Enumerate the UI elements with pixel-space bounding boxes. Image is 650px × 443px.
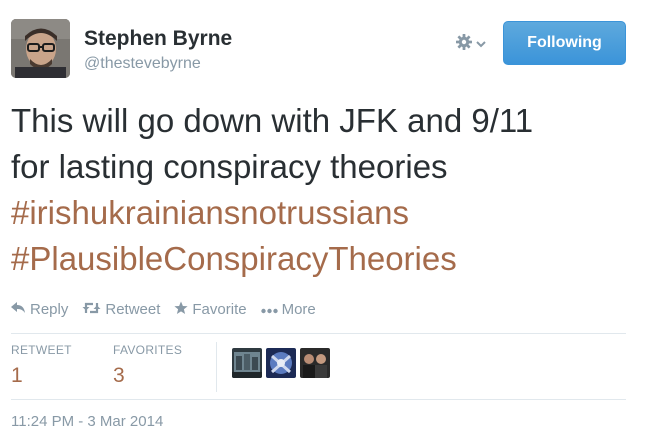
star-icon (174, 301, 188, 318)
favorites-count: 3 (113, 364, 125, 387)
favoriter-avatar[interactable] (266, 348, 296, 378)
favorite-label: Favorite (192, 300, 247, 318)
hashtag-link[interactable]: #irishukrainiansnotrussians (11, 190, 631, 236)
favoriter-avatars (232, 348, 330, 378)
favoriter-avatar[interactable] (232, 348, 262, 378)
retweet-stat[interactable]: RETWEET 1 (11, 343, 72, 388)
favoriter-avatar[interactable] (300, 348, 330, 378)
divider (11, 399, 626, 400)
reply-icon (11, 301, 26, 317)
following-button[interactable]: Following (503, 21, 626, 65)
retweet-icon (82, 302, 101, 317)
reply-button[interactable]: Reply (11, 301, 68, 318)
more-dots-icon (260, 302, 278, 317)
stats-separator (216, 342, 217, 392)
reply-label: Reply (30, 300, 69, 318)
author-photo (11, 19, 70, 78)
retweet-count: 1 (11, 364, 23, 387)
author-handle[interactable]: @thestevebyrne (84, 55, 201, 73)
favorites-stat-label: FAVORITES (113, 343, 183, 357)
more-label: More (281, 300, 316, 318)
tweet-text-line: This will go down with JFK and 9/11 (11, 102, 534, 139)
tweet-actions: Reply Retweet Favorite More (11, 299, 330, 319)
retweet-label: Retweet (105, 300, 161, 318)
author-display-name[interactable]: Stephen Byrne (84, 27, 232, 51)
retweet-stat-label: RETWEET (11, 343, 72, 357)
tweet-text: This will go down with JFK and 9/11 for … (11, 98, 631, 282)
hashtag-link[interactable]: #PlausibleConspiracyTheories (11, 236, 631, 282)
tweet-timestamp[interactable]: 11:24 PM - 3 Mar 2014 (11, 413, 163, 430)
more-button[interactable]: More (260, 300, 316, 318)
author-avatar[interactable] (11, 19, 70, 78)
user-actions-dropdown[interactable] (455, 32, 495, 56)
divider (11, 333, 626, 334)
chevron-down-icon (476, 35, 486, 53)
gear-icon (455, 33, 473, 56)
retweet-button[interactable]: Retweet (82, 301, 160, 318)
tweet-text-line: for lasting conspiracy theories (11, 148, 448, 185)
favorites-stat[interactable]: FAVORITES 3 (113, 343, 182, 388)
favorite-button[interactable]: Favorite (174, 300, 247, 318)
